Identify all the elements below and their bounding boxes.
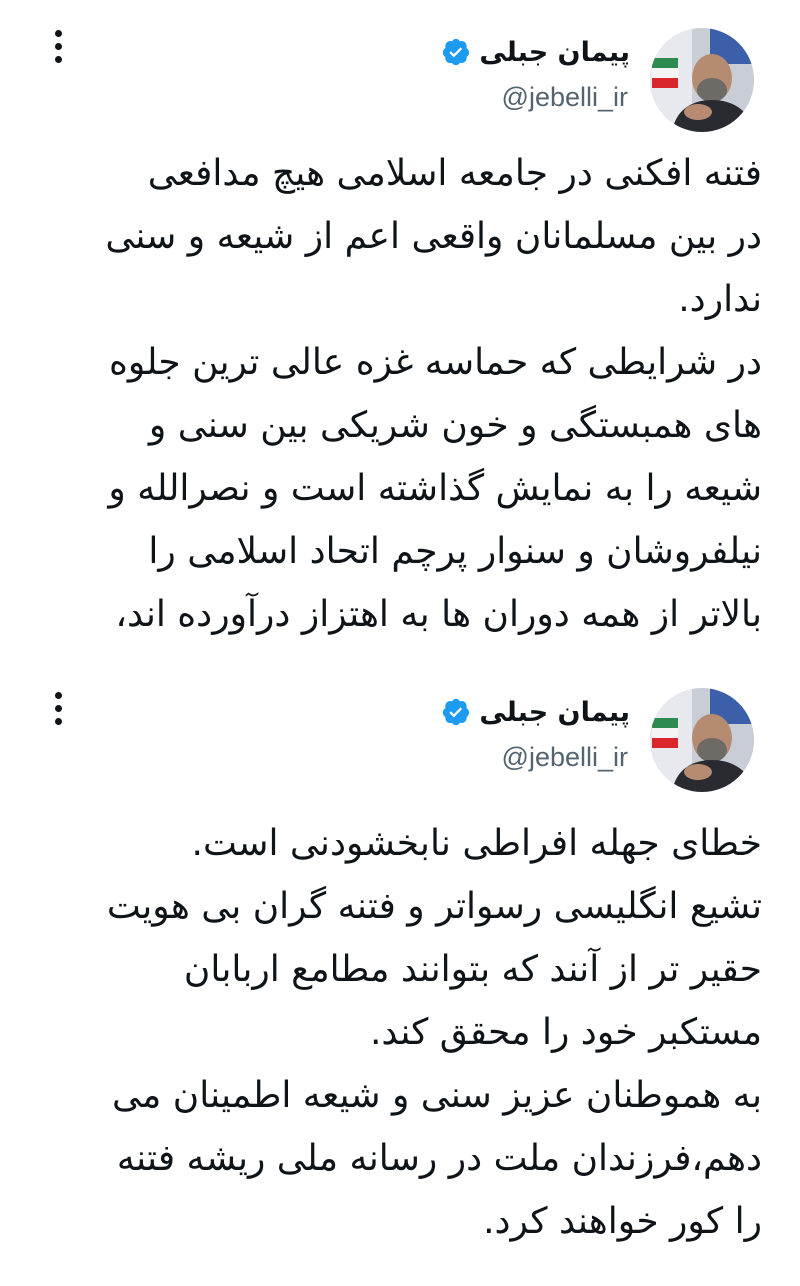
avatar[interactable]: [650, 28, 754, 132]
tweet-text-line: دهم،فرزندان ملت در رسانه ملی ریشه فتنه: [116, 1138, 762, 1179]
tweet-text-line: خطای جهله افراطی نابخشودنی است.: [191, 823, 762, 864]
tweet-body: فتنه افکنی در جامعه اسلامی هیچ مدافعی در…: [38, 142, 762, 646]
tweet-text-line: به هموطنان عزیز سنی و شیعه اطمینان می: [112, 1075, 762, 1116]
more-options-icon[interactable]: [46, 26, 70, 66]
tweet-text-line: های همبستگی و خون شریکی بین سنی و: [148, 405, 762, 446]
avatar[interactable]: [650, 688, 754, 792]
more-options-icon[interactable]: [46, 688, 70, 728]
tweet-text-line: تشیع انگلیسی رسواتر و فتنه گران بی هویت: [106, 886, 762, 927]
author-row: پیمان جبلی: [441, 32, 630, 72]
avatar-photo: [650, 28, 754, 132]
author-name[interactable]: پیمان جبلی: [479, 697, 630, 728]
tweet-text-line: ندارد.: [678, 279, 762, 320]
tweet-2[interactable]: پیمان جبلی @jebelli_ir خطای جهله افراطی …: [0, 668, 800, 1286]
tweet-text-line: حقیر تر از آنند که بتوانند مطامع اربابان: [183, 949, 762, 990]
tweet-text-line: شیعه را به نمایش گذاشته است و نصرالله و: [108, 468, 762, 509]
author-name[interactable]: پیمان جبلی: [479, 37, 630, 68]
verified-badge-icon: [443, 698, 470, 726]
avatar-photo: [650, 688, 754, 792]
tweet-text-line: مستکبر خود را محقق کند.: [369, 1012, 762, 1053]
tweet-text-line: در بین مسلمانان واقعی اعم از شیعه و سنی: [105, 216, 762, 257]
verified-badge-icon: [443, 38, 470, 66]
tweet-text-line: بالاتر از همه دوران ها به اهتزاز درآورده…: [115, 594, 762, 635]
author-row: پیمان جبلی: [441, 692, 630, 732]
tweet-1[interactable]: پیمان جبلی @jebelli_ir فتنه افکنی در جام…: [0, 0, 800, 668]
tweet-text-line: را کور خواهند کرد.: [483, 1201, 762, 1242]
author-handle[interactable]: @jebelli_ir: [502, 742, 628, 773]
tweet-text-line: فتنه افکنی در جامعه اسلامی هیچ مدافعی: [147, 153, 762, 194]
tweet-text-line: نیلفروشان و سنوار پرچم اتحاد اسلامی را: [148, 531, 762, 572]
tweet-text-line: در شرایطی که حماسه غزه عالی ترین جلوه: [109, 342, 762, 383]
author-handle[interactable]: @jebelli_ir: [502, 82, 628, 113]
tweet-body: خطای جهله افراطی نابخشودنی است. تشیع انگ…: [38, 812, 762, 1253]
